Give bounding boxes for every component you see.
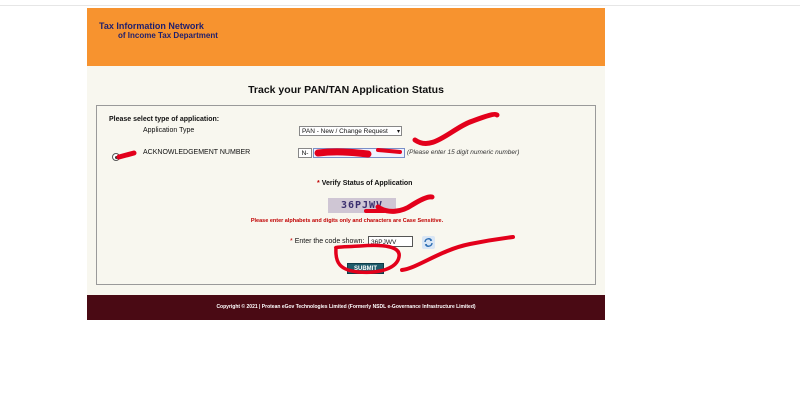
brand-title: Tax Information Network	[99, 21, 204, 31]
header-banner: Tax Information Network of Income Tax De…	[87, 8, 605, 66]
status-form: Please select type of application: Appli…	[96, 105, 596, 285]
required-mark: *	[290, 238, 293, 245]
code-label: * Enter the code shown:	[290, 238, 364, 245]
footer: Copyright © 2021 | Protean eGov Technolo…	[87, 295, 605, 320]
captcha-code-input[interactable]: 36PJWV	[368, 236, 413, 247]
instruction-text: Please select type of application:	[109, 116, 220, 123]
required-mark: *	[317, 180, 320, 187]
application-type-value: PAN - New / Change Request	[302, 128, 388, 135]
code-label-text: Enter the code shown:	[294, 238, 365, 245]
page-title: Track your PAN/TAN Application Status	[248, 84, 444, 96]
captcha-image: 36PJWV	[328, 198, 396, 213]
copyright-text: Copyright © 2021 | Protean eGov Technolo…	[216, 304, 476, 310]
application-type-label: Application Type	[143, 127, 195, 134]
radio-selected-dot	[114, 155, 118, 159]
page-container: Tax Information Network of Income Tax De…	[87, 8, 605, 320]
ack-number-label: ACKNOWLEDGEMENT NUMBER	[143, 149, 251, 156]
ack-number-input[interactable]: 99	[313, 148, 405, 158]
submit-button[interactable]: SUBMIT	[347, 263, 384, 274]
ack-radio-button[interactable]	[112, 153, 120, 161]
captcha-warning: Please enter alphabets and digits only a…	[250, 218, 444, 224]
top-divider	[0, 5, 800, 6]
refresh-captcha-icon[interactable]	[422, 236, 435, 249]
ack-prefix: N-	[298, 148, 312, 158]
verify-label-text: Verify Status of Application	[321, 180, 413, 187]
main-content: Track your PAN/TAN Application Status Pl…	[87, 66, 605, 295]
application-type-select[interactable]: PAN - New / Change Request ▾	[299, 126, 402, 136]
chevron-down-icon: ▾	[396, 129, 400, 135]
ack-hint: (Please enter 15 digit numeric number)	[407, 149, 520, 156]
brand-subtitle: of Income Tax Department	[118, 31, 218, 40]
verify-label: * Verify Status of Application	[317, 180, 412, 187]
